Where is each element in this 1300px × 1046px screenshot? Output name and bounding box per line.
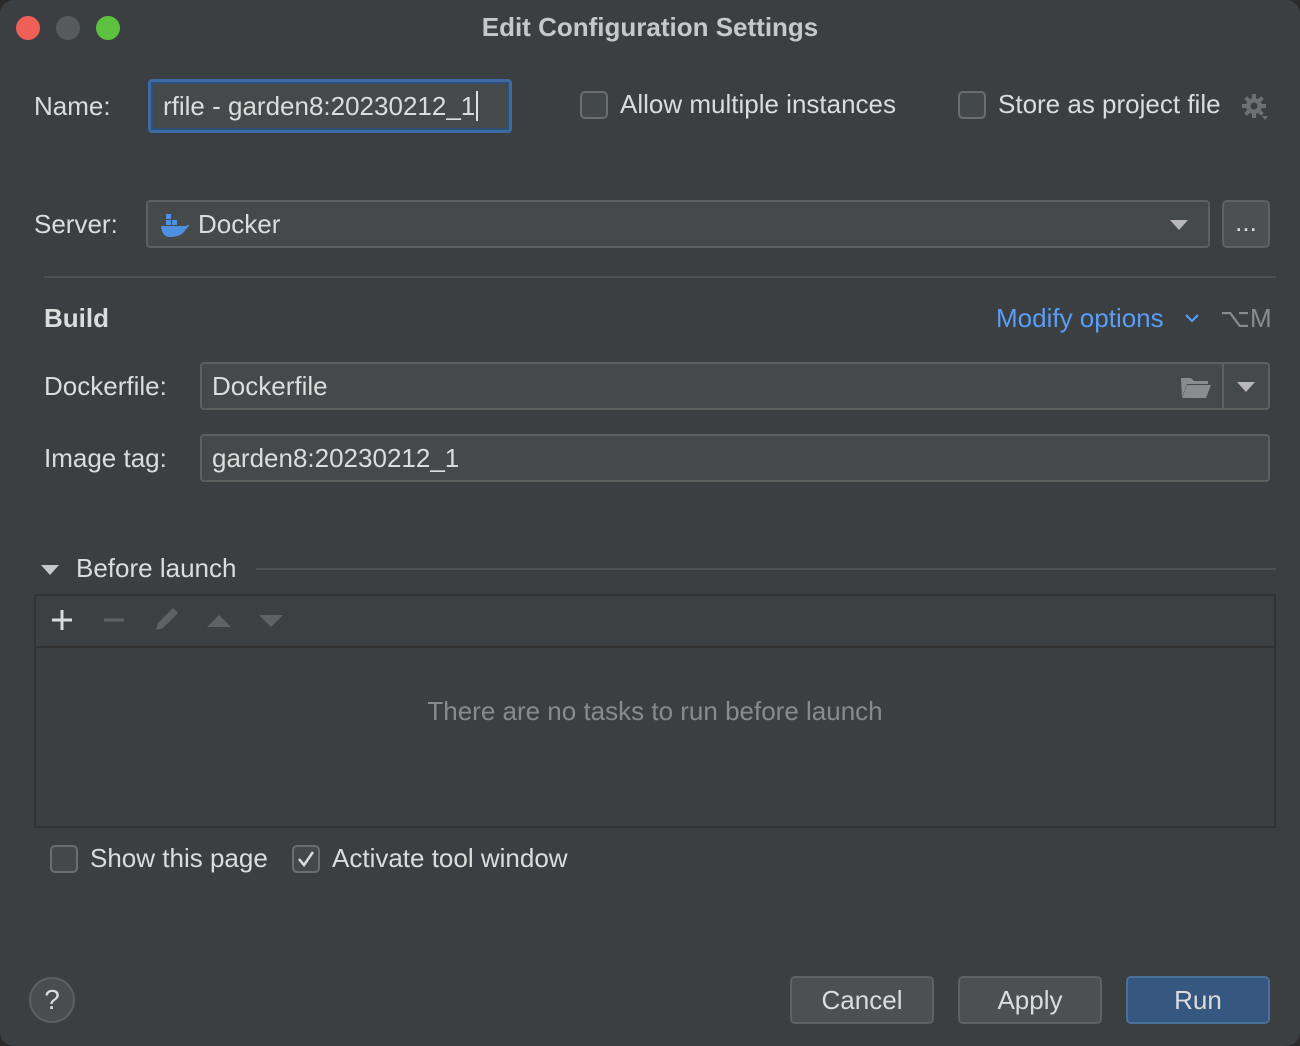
edit-pencil-icon[interactable] xyxy=(152,604,182,634)
chevron-down-icon[interactable] xyxy=(1237,382,1255,392)
allow-multiple-instances-label[interactable]: Allow multiple instances xyxy=(620,89,896,120)
field-divider xyxy=(1222,364,1224,408)
server-label: Server: xyxy=(34,209,118,239)
name-label: Name: xyxy=(34,91,111,121)
activate-tool-window-label[interactable]: Activate tool window xyxy=(332,843,568,874)
before-launch-title[interactable]: Before launch xyxy=(76,553,236,584)
dockerfile-label: Dockerfile: xyxy=(44,371,167,401)
divider xyxy=(44,276,1276,278)
allow-multiple-instances-checkbox[interactable] xyxy=(580,91,608,119)
store-as-project-file-checkbox[interactable] xyxy=(958,91,986,119)
image-tag-value: garden8:20230212_1 xyxy=(212,442,460,473)
remove-icon[interactable] xyxy=(102,608,126,632)
server-more-button[interactable]: ... xyxy=(1222,200,1270,248)
server-dropdown[interactable]: Docker xyxy=(146,200,1210,248)
cancel-button[interactable]: Cancel xyxy=(790,976,934,1024)
before-launch-toolbar xyxy=(36,596,1274,648)
show-this-page-label[interactable]: Show this page xyxy=(90,843,268,874)
name-field-value: rfile - garden8:20230212_1 xyxy=(163,90,476,121)
name-field[interactable]: rfile - garden8:20230212_1 xyxy=(148,79,512,133)
edit-configuration-dialog: Edit Configuration Settings Name: rfile … xyxy=(0,0,1300,1046)
apply-button[interactable]: Apply xyxy=(958,976,1102,1024)
modify-options-shortcut: ⌥M xyxy=(1220,303,1272,333)
divider xyxy=(256,568,1276,570)
store-as-project-file-label[interactable]: Store as project file xyxy=(998,89,1221,120)
gear-icon[interactable] xyxy=(1240,92,1270,122)
collapse-triangle-icon[interactable] xyxy=(40,563,60,575)
docker-icon xyxy=(160,212,190,238)
image-tag-label: Image tag: xyxy=(44,443,167,473)
help-button[interactable]: ? xyxy=(29,977,75,1023)
build-section-title: Build xyxy=(44,303,109,333)
activate-tool-window-checkbox[interactable] xyxy=(292,845,320,873)
dockerfile-field[interactable]: Dockerfile xyxy=(200,362,1270,410)
before-launch-panel: There are no tasks to run before launch xyxy=(34,594,1276,828)
server-value: Docker xyxy=(198,208,281,239)
folder-icon[interactable] xyxy=(1180,375,1212,399)
move-down-icon[interactable] xyxy=(258,614,284,628)
text-caret xyxy=(476,91,479,121)
chevron-down-icon xyxy=(1170,220,1188,230)
run-button[interactable]: Run xyxy=(1126,976,1270,1024)
chevron-down-icon[interactable] xyxy=(1184,311,1200,323)
checkmark-icon xyxy=(298,851,315,868)
add-icon[interactable] xyxy=(50,608,74,632)
image-tag-field[interactable]: garden8:20230212_1 xyxy=(200,434,1270,482)
modify-options-link[interactable]: Modify options xyxy=(996,303,1164,334)
dockerfile-value: Dockerfile xyxy=(212,370,328,401)
dialog-title: Edit Configuration Settings xyxy=(481,12,819,42)
show-this-page-checkbox[interactable] xyxy=(50,845,78,873)
empty-tasks-message: There are no tasks to run before launch xyxy=(427,696,883,726)
move-up-icon[interactable] xyxy=(206,614,232,628)
